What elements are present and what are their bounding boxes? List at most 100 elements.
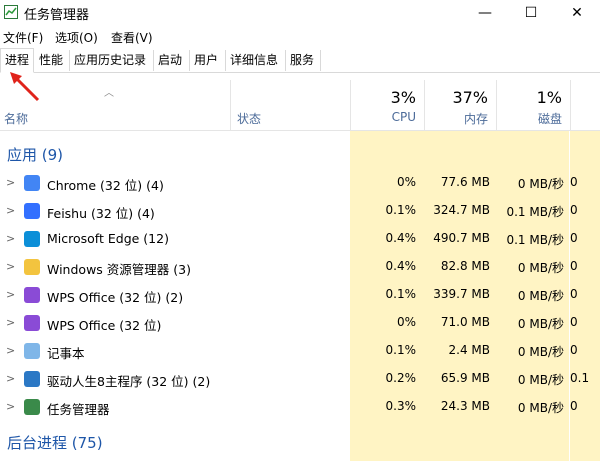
process-memory: 82.8 MB: [440, 259, 490, 273]
expand-chevron-icon[interactable]: >: [6, 232, 15, 245]
process-memory: 71.0 MB: [440, 315, 490, 329]
process-cpu: 0.1%: [385, 287, 417, 301]
process-name: 驱动人生8主程序 (32 位) (2): [47, 374, 211, 389]
process-network: 0: [570, 315, 578, 329]
process-cpu: 0.1%: [385, 343, 417, 357]
expand-chevron-icon[interactable]: >: [6, 204, 15, 217]
process-disk: 0 MB/秒: [517, 401, 564, 415]
process-memory: 339.7 MB: [433, 287, 490, 301]
close-icon: ✕: [571, 5, 583, 21]
process-disk: 0.1 MB/秒: [506, 205, 564, 219]
title-bar: 任务管理器 — ☐ ✕: [0, 0, 600, 26]
process-memory: 490.7 MB: [433, 231, 490, 245]
column-status-cell[interactable]: 状态: [230, 80, 350, 130]
expand-chevron-icon[interactable]: >: [6, 400, 15, 413]
close-button[interactable]: ✕: [554, 0, 600, 26]
process-network: 0: [570, 287, 578, 301]
process-row[interactable]: > 任务管理器 0.3% 24.3 MB 0 MB/秒 0: [0, 393, 600, 421]
tab-bar: 进程 性能 应用历史记录 启动 用户 详细信息 服务: [0, 48, 600, 73]
cpu-label: CPU: [391, 110, 416, 124]
process-row[interactable]: > Windows 资源管理器 (3) 0.4% 82.8 MB 0 MB/秒 0: [0, 253, 600, 281]
process-cpu: 0.4%: [385, 259, 417, 273]
process-disk: 0 MB/秒: [517, 289, 564, 303]
process-cpu: 0.4%: [385, 231, 417, 245]
wps-icon: [24, 315, 40, 331]
column-memory[interactable]: 37% 内存: [424, 80, 496, 130]
tab-performance[interactable]: 性能: [35, 50, 70, 71]
tab-users[interactable]: 用户: [190, 50, 226, 71]
process-cpu: 0%: [396, 175, 416, 189]
process-row[interactable]: > 驱动人生8主程序 (32 位) (2) 0.2% 65.9 MB 0 MB/秒 0.1: [0, 365, 600, 393]
process-disk: 0.1 MB/秒: [506, 233, 564, 247]
menu-bar: 文件(F) 选项(O) 查看(V): [0, 27, 600, 47]
column-disk[interactable]: 1% 磁盘: [496, 80, 570, 130]
edge-icon: [24, 231, 40, 247]
group-apps-title[interactable]: 应用 (9): [7, 144, 63, 165]
column-header: ︿ 名称 状态 3% CPU 37% 内存 1% 磁盘: [0, 80, 600, 131]
expand-chevron-icon[interactable]: >: [6, 344, 15, 357]
notepad-icon: [24, 343, 40, 359]
process-disk: 0 MB/秒: [517, 261, 564, 275]
process-name: Windows 资源管理器 (3): [47, 262, 191, 277]
process-network: 0: [570, 175, 578, 189]
cpu-total: 3%: [390, 88, 416, 107]
process-network: 0: [570, 399, 578, 413]
taskmgr-icon: [24, 399, 40, 415]
process-name: WPS Office (32 位): [47, 318, 162, 333]
window-title: 任务管理器: [24, 8, 90, 23]
process-row[interactable]: > 记事本 0.1% 2.4 MB 0 MB/秒 0: [0, 337, 600, 365]
folder-icon: [24, 259, 40, 275]
process-network: 0: [570, 203, 578, 217]
tab-startup[interactable]: 启动: [154, 50, 190, 71]
column-network[interactable]: [570, 80, 600, 130]
disk-total: 1%: [536, 88, 562, 107]
process-network: 0: [570, 259, 578, 273]
process-memory: 324.7 MB: [433, 203, 490, 217]
sort-caret-icon[interactable]: ︿: [104, 84, 114, 99]
column-cpu[interactable]: 3% CPU: [350, 80, 424, 130]
menu-options[interactable]: 选项(O): [55, 29, 98, 46]
tab-details[interactable]: 详细信息: [226, 50, 286, 71]
column-name[interactable]: 名称: [4, 110, 28, 127]
maximize-button[interactable]: ☐: [508, 0, 554, 26]
process-row[interactable]: > Chrome (32 位) (4) 0% 77.6 MB 0 MB/秒 0: [0, 169, 600, 197]
driver-icon: [24, 371, 40, 387]
menu-file[interactable]: 文件(F): [3, 29, 43, 46]
tab-services[interactable]: 服务: [286, 50, 321, 71]
process-network: 0: [570, 231, 578, 245]
process-name: Microsoft Edge (12): [47, 231, 169, 246]
chrome-icon: [24, 175, 40, 191]
wps-icon: [24, 287, 40, 303]
process-disk: 0 MB/秒: [517, 373, 564, 387]
tab-app-history[interactable]: 应用历史记录: [70, 50, 154, 71]
process-memory: 2.4 MB: [448, 343, 490, 357]
process-disk: 0 MB/秒: [517, 345, 564, 359]
process-cpu: 0.3%: [385, 399, 417, 413]
process-network: 0.1: [570, 371, 590, 385]
process-row[interactable]: > Microsoft Edge (12) 0.4% 490.7 MB 0.1 MB/秒…: [0, 225, 600, 253]
feishu-icon: [24, 203, 40, 219]
process-cpu: 0.2%: [385, 371, 417, 385]
menu-view[interactable]: 查看(V): [111, 29, 153, 46]
expand-chevron-icon[interactable]: >: [6, 288, 15, 301]
memory-label: 内存: [463, 112, 488, 126]
process-memory: 24.3 MB: [440, 399, 490, 413]
maximize-icon: ☐: [524, 5, 538, 21]
process-name: Feishu (32 位) (4): [47, 206, 155, 221]
process-memory: 77.6 MB: [440, 175, 490, 189]
process-memory: 65.9 MB: [440, 371, 490, 385]
process-row[interactable]: > WPS Office (32 位) 0% 71.0 MB 0 MB/秒 0: [0, 309, 600, 337]
expand-chevron-icon[interactable]: >: [6, 176, 15, 189]
process-row[interactable]: > Feishu (32 位) (4) 0.1% 324.7 MB 0.1 MB/秒 0: [0, 197, 600, 225]
process-row[interactable]: > WPS Office (32 位) (2) 0.1% 339.7 MB 0 MB/秒…: [0, 281, 600, 309]
expand-chevron-icon[interactable]: >: [6, 260, 15, 273]
process-name: 记事本: [47, 346, 85, 361]
process-cpu: 0%: [396, 315, 416, 329]
minimize-button[interactable]: —: [462, 0, 508, 26]
expand-chevron-icon[interactable]: >: [6, 372, 15, 385]
process-name: 任务管理器: [47, 402, 110, 417]
task-manager-app-icon: [4, 5, 18, 19]
group-background-title[interactable]: 后台进程 (75): [7, 432, 103, 453]
process-name: WPS Office (32 位) (2): [47, 290, 184, 305]
expand-chevron-icon[interactable]: >: [6, 316, 15, 329]
